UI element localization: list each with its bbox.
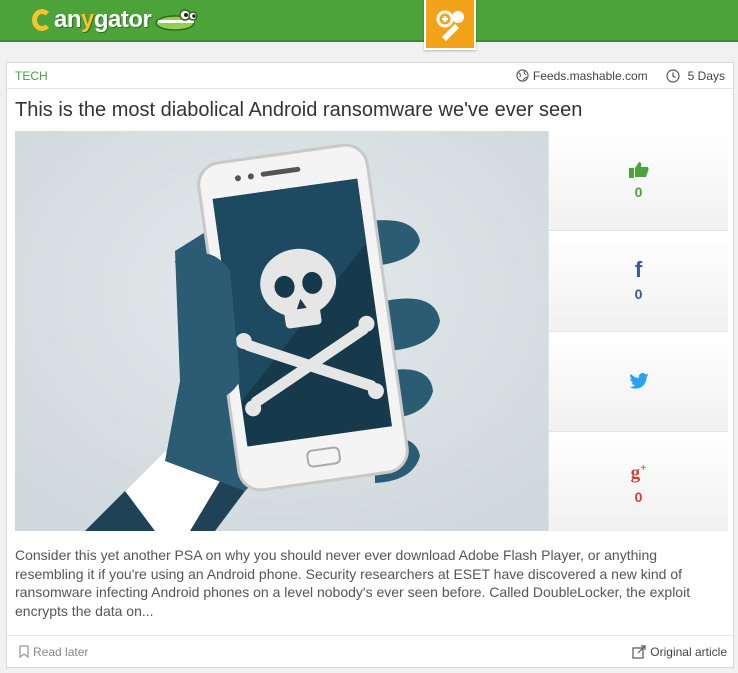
discover-button[interactable]	[424, 0, 476, 50]
source-name: Feeds.mashable.com	[532, 68, 648, 83]
google-plus-icon: g+	[630, 461, 647, 484]
google-count: 0	[634, 489, 643, 506]
crocodile-icon	[155, 9, 199, 31]
facebook-share-button[interactable]: f 0	[549, 231, 728, 332]
like-button[interactable]: 0	[549, 131, 728, 232]
twitter-share-button[interactable]	[549, 331, 728, 432]
anygator-logo[interactable]: anygator	[32, 5, 201, 35]
globe-icon	[516, 69, 529, 82]
top-bar: anygator	[0, 0, 738, 50]
category-label[interactable]: TECH	[15, 69, 48, 83]
article-title[interactable]: This is the most diabolical Android rans…	[7, 89, 733, 128]
article-age: 5 Days	[666, 69, 725, 83]
source-link[interactable]: Feeds.mashable.com	[516, 69, 648, 83]
clock-icon	[666, 68, 680, 83]
read-later-button[interactable]: Read later	[19, 645, 88, 659]
google-plus-share-button[interactable]: g+ 0	[549, 431, 728, 531]
facebook-count: 0	[634, 285, 643, 302]
logo-wordmark: anygator	[54, 6, 152, 33]
card-header: TECH Feeds.mashable.com 5 Days	[7, 63, 733, 89]
external-link-icon	[632, 644, 646, 659]
logo-c-mark	[32, 9, 52, 31]
read-later-label: Read later	[33, 644, 89, 659]
facebook-icon: f	[634, 256, 643, 282]
like-count: 0	[634, 183, 643, 200]
bookmark-icon	[19, 645, 29, 658]
phone-skull-illustration	[15, 131, 548, 531]
thumbs-up-icon	[628, 161, 648, 178]
age-text: 5 Days	[687, 68, 725, 83]
article-meta: Feeds.mashable.com 5 Days	[516, 69, 725, 83]
card-footer: Read later Original article	[7, 635, 735, 667]
original-article-label: Original article	[650, 644, 727, 659]
article-excerpt: Consider this yet another PSA on why you…	[15, 547, 691, 619]
article-media: 0 f 0 g+ 0	[15, 131, 728, 531]
article-card: TECH Feeds.mashable.com 5 Days This is t…	[6, 62, 735, 668]
twitter-icon	[628, 373, 649, 389]
original-article-link[interactable]: Original article	[632, 645, 727, 659]
discover-icon	[436, 10, 464, 41]
social-panel: 0 f 0 g+ 0	[548, 131, 728, 531]
article-image[interactable]	[15, 131, 548, 531]
